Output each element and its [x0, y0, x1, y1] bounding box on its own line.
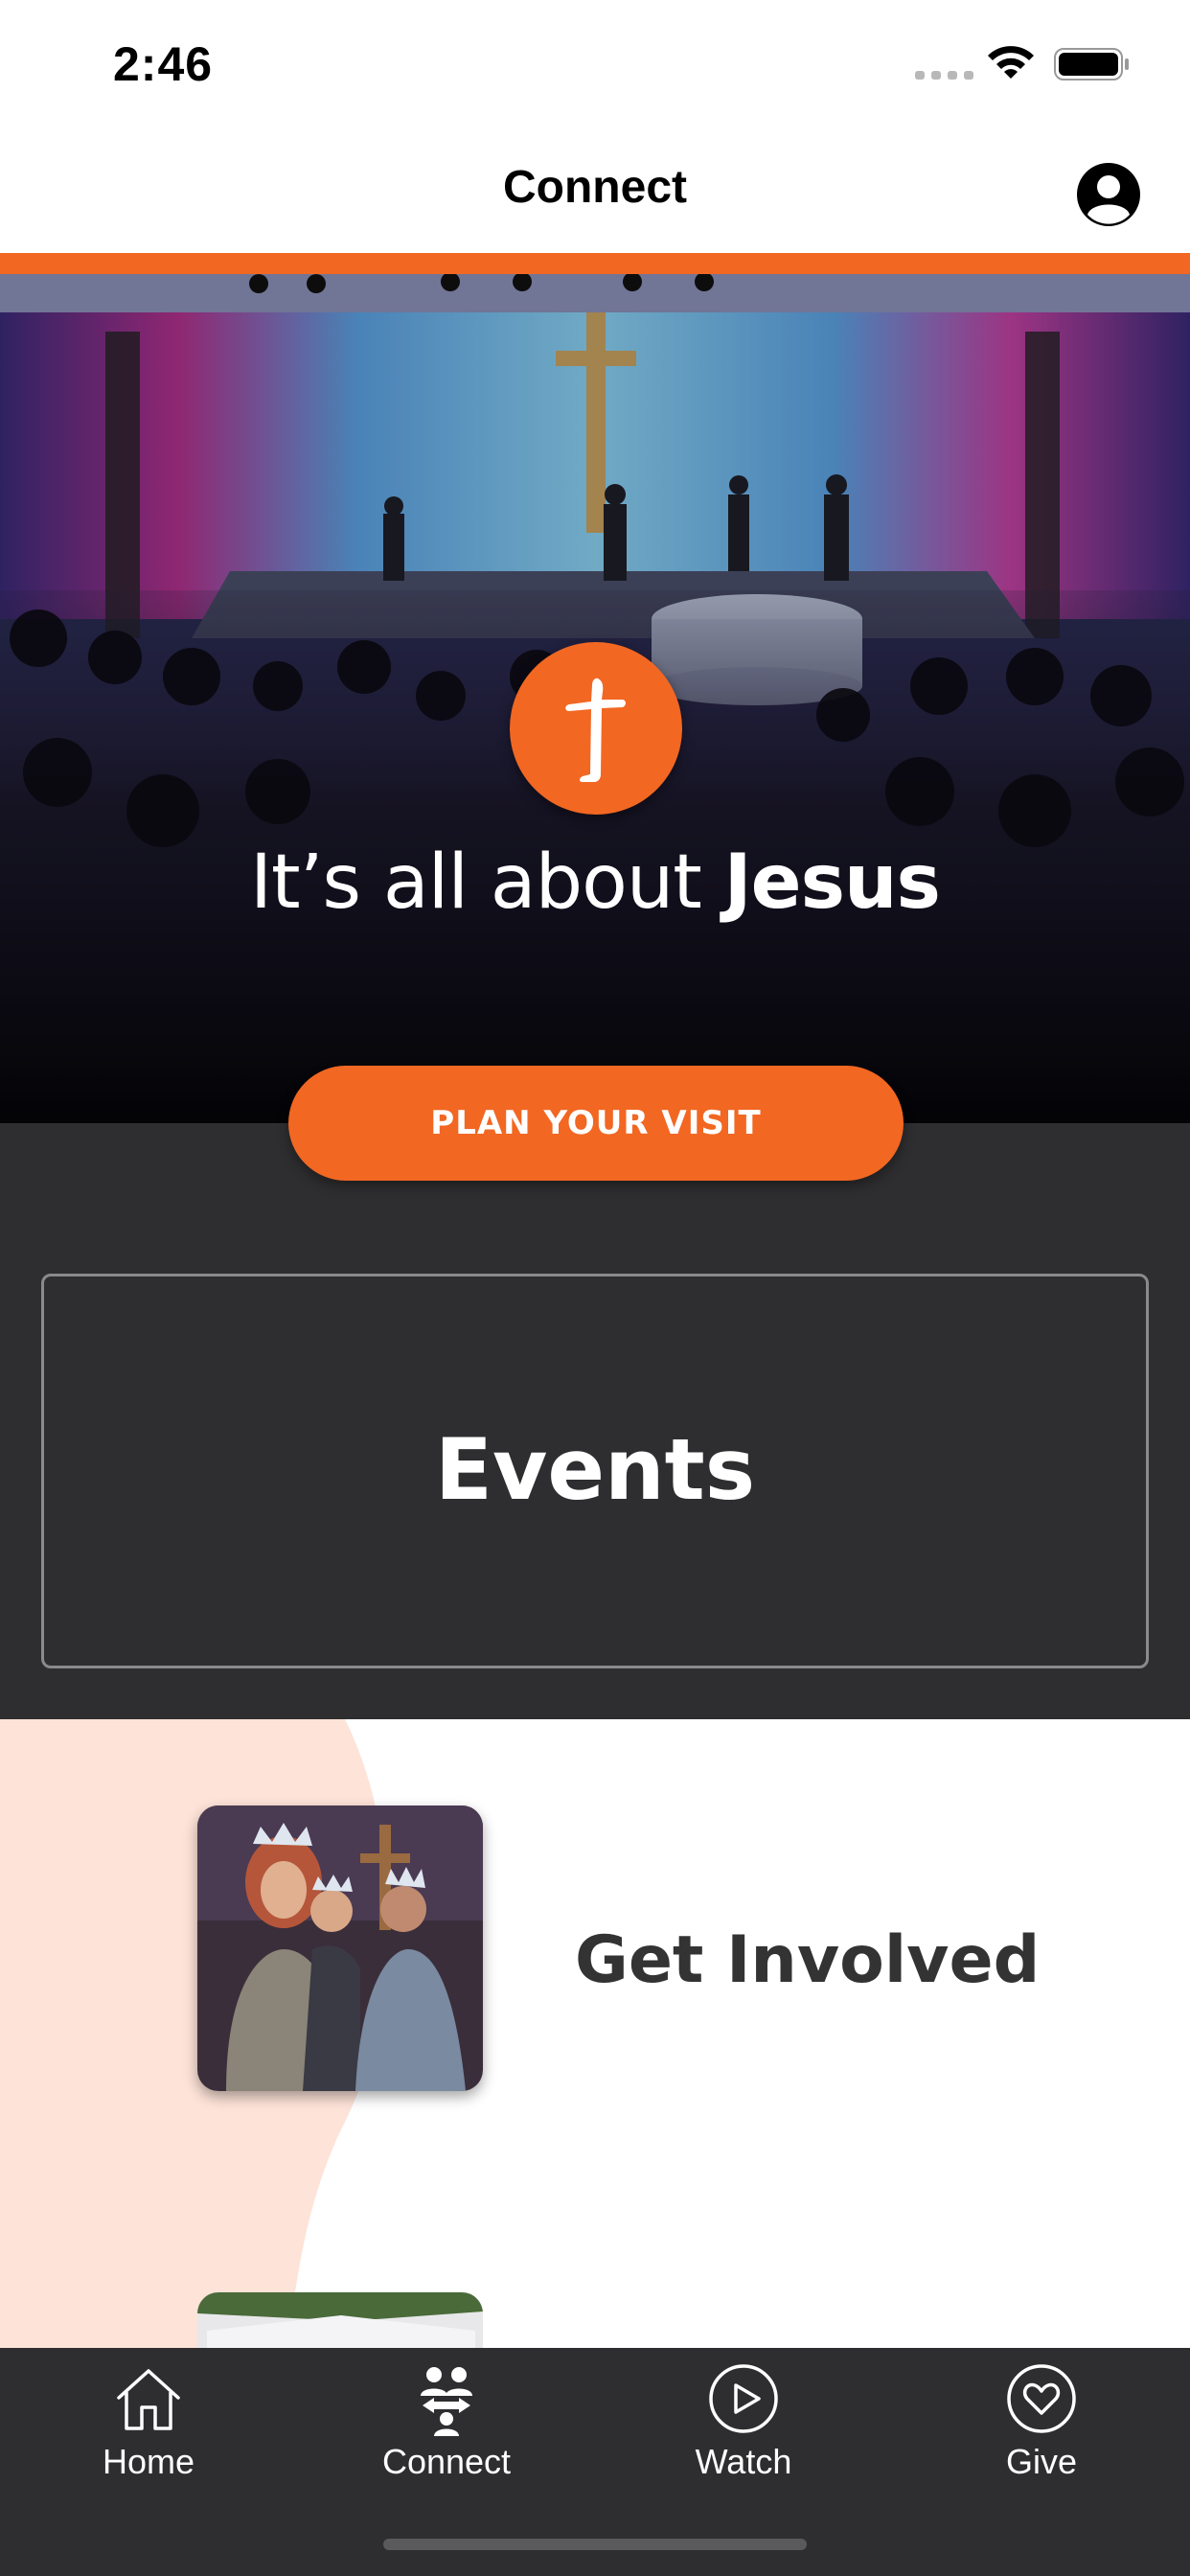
- status-time: 2:46: [113, 37, 214, 91]
- hero-banner: It’s all about Jesus: [0, 274, 1190, 1123]
- tab-give-label: Give: [1005, 2442, 1078, 2481]
- events-section: Events: [0, 1123, 1190, 1719]
- tab-connect-label: Connect: [381, 2442, 512, 2481]
- church-cross-icon: [565, 678, 626, 782]
- hero-tagline-text: It’s all about: [250, 840, 724, 926]
- tab-give[interactable]: Give: [946, 2361, 1137, 2482]
- tab-connect[interactable]: Connect: [351, 2361, 542, 2482]
- hero-tagline-bold: Jesus: [723, 840, 941, 926]
- play-icon: [709, 2364, 778, 2433]
- cellular-signal-icon: [915, 71, 973, 80]
- tab-watch-label: Watch: [695, 2442, 792, 2481]
- status-bar: 2:46: [0, 0, 1190, 134]
- nav-bar: Connect: [0, 134, 1190, 253]
- church-logo: [510, 642, 682, 815]
- home-indicator[interactable]: [383, 2539, 807, 2550]
- home-icon: [117, 2369, 180, 2430]
- profile-icon[interactable]: [1075, 161, 1142, 228]
- events-card[interactable]: Events: [41, 1274, 1149, 1668]
- plan-your-visit-button[interactable]: PLAN YOUR VISIT: [288, 1066, 904, 1181]
- people-icon: [421, 2367, 472, 2436]
- heart-icon: [1007, 2364, 1076, 2433]
- get-involved-thumbnail[interactable]: [197, 1806, 483, 2091]
- get-involved-label[interactable]: Get Involved: [575, 1922, 1040, 1998]
- accent-divider: [0, 253, 1190, 274]
- tab-home-label: Home: [102, 2442, 195, 2481]
- wifi-icon: [988, 46, 1034, 79]
- events-label: Events: [434, 1420, 756, 1519]
- tab-home[interactable]: Home: [53, 2361, 244, 2482]
- peach-decorative-shape: [0, 1719, 388, 2348]
- group-photo: [197, 1806, 483, 2091]
- outdoor-photo: [197, 2292, 483, 2348]
- next-item-thumbnail[interactable]: [197, 2292, 483, 2348]
- tab-watch[interactable]: Watch: [648, 2361, 839, 2482]
- page-title: Connect: [503, 162, 687, 213]
- hero-tagline: It’s all about Jesus: [0, 840, 1190, 926]
- battery-icon: [1054, 48, 1129, 80]
- get-involved-section: Get Involved: [0, 1719, 1190, 2348]
